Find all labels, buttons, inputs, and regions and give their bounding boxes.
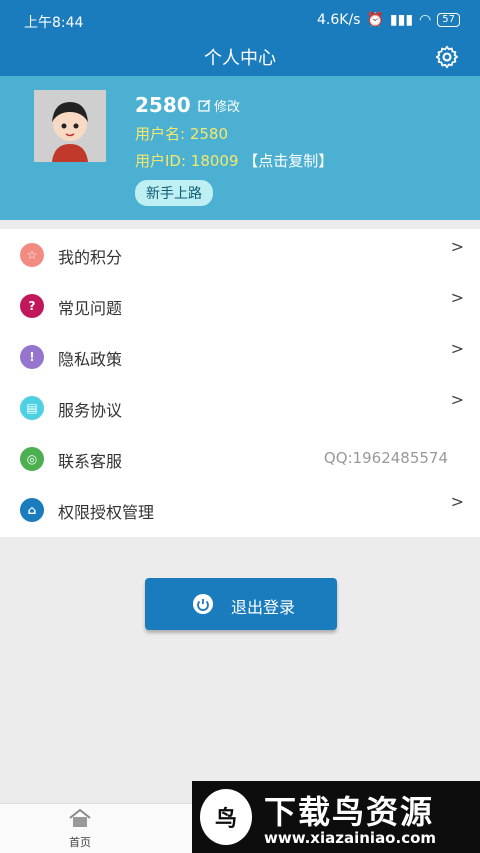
menu-item-label: 隐私政策 — [58, 350, 123, 369]
avatar[interactable] — [34, 90, 106, 162]
info-icon: ! — [20, 345, 44, 369]
tab-home[interactable]: 首页 — [50, 808, 110, 850]
edit-icon — [198, 99, 211, 112]
chevron-right-icon: > — [450, 390, 464, 409]
title-bar: 个人中心 — [0, 40, 480, 76]
edit-label: 修改 — [214, 100, 241, 115]
status-bar: 上午8:44 4.6K/s ⏰ ▮▮▮ ◠ 57 — [0, 0, 480, 40]
support-qq: QQ:1962485574 — [323, 449, 448, 467]
chevron-right-icon: > — [450, 288, 464, 307]
menu-item-label: 常见问题 — [58, 299, 123, 318]
watermark-title: 下载鸟资源 — [264, 793, 435, 831]
user-id: 用户ID: 18009 — [135, 152, 239, 170]
menu-item-label: 联系客服 — [58, 452, 123, 471]
document-icon: ▤ — [20, 396, 44, 420]
avatar-face-icon — [34, 90, 106, 162]
logout-label: 退出登录 — [231, 598, 296, 617]
menu-item-terms[interactable]: ▤ 服务协议 > — [0, 382, 480, 433]
watermark-url: www.xiazainiao.com — [264, 829, 437, 847]
logout-button[interactable]: 退出登录 — [145, 578, 337, 630]
watermark: 鸟 下载鸟资源 www.xiazainiao.com — [192, 781, 480, 853]
menu-item-label: 服务协议 — [58, 401, 123, 420]
profile-name: 2580 — [135, 93, 191, 117]
chevron-right-icon: > — [450, 339, 464, 358]
status-icons: 4.6K/s ⏰ ▮▮▮ ◠ 57 — [317, 12, 460, 28]
copy-id-button[interactable]: 【点击复制】 — [243, 152, 333, 170]
battery-icon: 57 — [437, 13, 460, 27]
settings-menu: ☆ 我的积分 > ? 常见问题 > ! 隐私政策 > ▤ 服务协议 > ◎ 联系… — [0, 229, 480, 537]
wifi-icon: ◠ — [419, 12, 432, 28]
user-id-row: 用户ID: 18009 【点击复制】 — [135, 150, 333, 171]
edit-profile-button[interactable]: 修改 — [198, 96, 240, 115]
menu-item-privacy[interactable]: ! 隐私政策 > — [0, 331, 480, 382]
question-icon: ? — [20, 294, 44, 318]
username: 用户名: 2580 — [135, 125, 228, 143]
chevron-right-icon: > — [450, 492, 464, 511]
bird-logo-icon: 鸟 — [200, 789, 252, 845]
newbie-guide-button[interactable]: 新手上路 — [135, 180, 213, 206]
menu-item-points[interactable]: ☆ 我的积分 > — [0, 229, 480, 280]
home-icon — [69, 808, 91, 827]
chevron-right-icon: > — [450, 237, 464, 256]
signal-icon: ▮▮▮ — [389, 12, 414, 28]
page-title: 个人中心 — [204, 48, 276, 69]
support-icon: ◎ — [20, 447, 44, 471]
alarm-icon: ⏰ — [366, 12, 384, 28]
gear-icon[interactable] — [434, 44, 460, 70]
profile-card: 2580 修改 用户名: 2580 用户ID: 18009 【点击复制】 新手上… — [0, 76, 480, 220]
tab-home-label: 首页 — [69, 836, 91, 849]
menu-item-support[interactable]: ◎ 联系客服 QQ:1962485574 — [0, 433, 480, 484]
lock-icon: ⌂ — [20, 498, 44, 522]
net-speed: 4.6K/s — [317, 12, 361, 28]
menu-item-permissions[interactable]: ⌂ 权限授权管理 > — [0, 484, 480, 535]
power-icon — [193, 594, 213, 614]
menu-item-label: 我的积分 — [58, 248, 123, 267]
status-time: 上午8:44 — [24, 15, 84, 31]
menu-item-faq[interactable]: ? 常见问题 > — [0, 280, 480, 331]
star-icon: ☆ — [20, 243, 44, 267]
menu-item-label: 权限授权管理 — [58, 503, 155, 522]
